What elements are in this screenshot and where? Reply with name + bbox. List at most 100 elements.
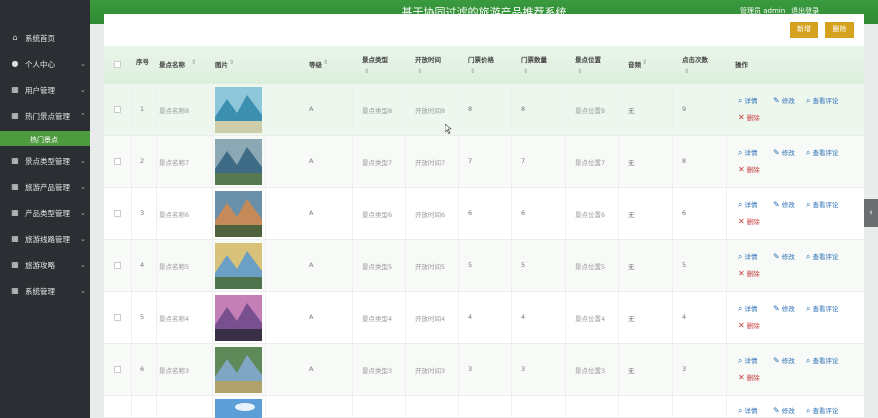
column-divider — [212, 240, 213, 292]
spot-thumbnail — [215, 399, 262, 418]
edit-link[interactable]: ✎ 修改 — [773, 303, 795, 313]
row-delete-link[interactable]: ✕ 删除 — [738, 112, 760, 122]
cell-level: A — [309, 261, 314, 269]
pencil-icon: ✎ — [773, 406, 780, 415]
column-divider — [672, 84, 673, 136]
cell-audio: 无 — [628, 107, 635, 115]
sidebar-item-hot-spots[interactable]: ▦ 热门景点管理 ⌃ — [0, 103, 90, 129]
col-no[interactable]: 序号 — [136, 46, 156, 84]
delete-button[interactable]: 删除 — [825, 22, 854, 38]
row-checkbox[interactable] — [114, 210, 121, 217]
cell-audio: 无 — [628, 211, 635, 219]
search-icon: ⌕ — [806, 148, 811, 157]
cell-type: 景点类型6 — [362, 211, 393, 219]
column-divider — [565, 188, 566, 240]
column-divider — [511, 136, 512, 188]
comments-link[interactable]: ⌕ 查看评论 — [806, 355, 838, 366]
close-icon: ✕ — [738, 269, 745, 278]
pencil-icon: ✎ — [773, 96, 780, 105]
detail-link[interactable]: ⌕ 详情 — [738, 251, 757, 262]
column-divider — [726, 188, 727, 240]
detail-link[interactable]: ⌕ 详情 — [738, 199, 757, 210]
edit-link[interactable]: ✎ 修改 — [773, 251, 795, 261]
column-divider — [405, 84, 406, 136]
table-row: 1 景点名称8 A 景点类型8 开放时间8 8 8 景点位置8 无 9 ⌕ 详情 ✎ 修改 ⌕ 查看评论 ✕ 删除 — [104, 84, 864, 136]
column-divider — [672, 188, 673, 240]
pencil-icon: ✎ — [773, 148, 780, 157]
column-divider — [405, 292, 406, 344]
column-divider — [672, 344, 673, 396]
column-divider — [405, 188, 406, 240]
cell-name: 景点名称5 — [159, 263, 190, 271]
sidebar-item-system[interactable]: ▦ 系统管理 ⌄ — [0, 278, 90, 304]
row-checkbox[interactable] — [114, 366, 121, 373]
cell-level: A — [309, 209, 314, 217]
spot-thumbnail — [215, 295, 262, 341]
side-toggle-button[interactable]: ‹ — [864, 199, 878, 227]
cell-no: 1 — [140, 105, 145, 113]
chevron-down-icon: ⌄ — [80, 86, 86, 94]
cell-time: 开放时间5 — [415, 263, 446, 271]
edit-link[interactable]: ✎ 修改 — [773, 95, 795, 105]
comments-link[interactable]: ⌕ 查看评论 — [806, 405, 838, 416]
row-checkbox[interactable] — [114, 262, 121, 269]
detail-link[interactable]: ⌕ 详情 — [738, 303, 757, 314]
sidebar-subitem-hot-spots[interactable]: 热门景点 — [0, 131, 90, 146]
column-divider — [618, 240, 619, 292]
column-divider — [565, 344, 566, 396]
column-divider — [131, 344, 132, 396]
search-icon: ⌕ — [738, 406, 743, 415]
sidebar-item-profile[interactable]: ● 个人中心 ⌄ — [0, 51, 90, 77]
comments-link[interactable]: ⌕ 查看评论 — [806, 95, 838, 106]
row-delete-link[interactable]: ✕ 删除 — [738, 164, 760, 174]
table-row: 2 景点名称7 A 景点类型7 开放时间7 7 7 景点位置7 无 8 ⌕ 详情 ✎ 修改 ⌕ 查看评论 ✕ 删除 — [104, 136, 864, 188]
sidebar-item-guides[interactable]: ▦ 旅游攻略 ⌄ — [0, 252, 90, 278]
column-divider — [212, 188, 213, 240]
cell-time: 开放时间6 — [415, 211, 446, 219]
column-divider — [131, 136, 132, 188]
column-divider — [352, 344, 353, 396]
column-divider — [618, 188, 619, 240]
cell-audio: 无 — [628, 263, 635, 271]
column-divider — [511, 396, 512, 418]
row-delete-link[interactable]: ✕ 删除 — [738, 320, 760, 330]
column-divider — [405, 240, 406, 292]
sidebar-item-product-types[interactable]: ▦ 产品类型管理 ⌄ — [0, 200, 90, 226]
detail-link[interactable]: ⌕ 详情 — [738, 95, 757, 106]
comments-link[interactable]: ⌕ 查看评论 — [806, 199, 838, 210]
cell-qty: 5 — [521, 261, 526, 269]
row-delete-link[interactable]: ✕ 删除 — [738, 216, 760, 226]
add-button[interactable]: 新增 — [790, 22, 818, 38]
edit-link[interactable]: ✎ 修改 — [773, 147, 795, 157]
sidebar-item-routes[interactable]: ▦ 旅游线路管理 ⌄ — [0, 226, 90, 252]
edit-link[interactable]: ✎ 修改 — [773, 405, 795, 415]
sidebar-item-products[interactable]: ▦ 旅游产品管理 ⌄ — [0, 174, 90, 200]
search-icon: ⌕ — [806, 356, 811, 365]
row-checkbox[interactable] — [114, 106, 121, 113]
spot-thumbnail — [215, 347, 262, 393]
sidebar-item-users[interactable]: ▦ 用户管理 ⌄ — [0, 77, 90, 103]
detail-link[interactable]: ⌕ 详情 — [738, 147, 757, 158]
sidebar-item-spot-types[interactable]: ▦ 景点类型管理 ⌄ — [0, 148, 90, 174]
comments-link[interactable]: ⌕ 查看评论 — [806, 147, 838, 158]
row-checkbox[interactable] — [114, 314, 121, 321]
cell-time: 开放时间8 — [415, 107, 446, 115]
detail-link[interactable]: ⌕ 详情 — [738, 405, 757, 416]
edit-link[interactable]: ✎ 修改 — [773, 355, 795, 365]
column-divider — [212, 136, 213, 188]
cell-loc: 景点位置6 — [575, 211, 606, 219]
column-divider — [156, 396, 157, 418]
column-divider — [565, 396, 566, 418]
row-delete-link[interactable]: ✕ 删除 — [738, 268, 760, 278]
row-delete-link[interactable]: ✕ 删除 — [738, 372, 760, 382]
detail-link[interactable]: ⌕ 详情 — [738, 355, 757, 366]
column-divider — [156, 292, 157, 344]
column-divider — [511, 344, 512, 396]
comments-link[interactable]: ⌕ 查看评论 — [806, 251, 838, 262]
sidebar-item-home[interactable]: ⌂ 系统首页 — [0, 25, 90, 51]
column-divider — [405, 344, 406, 396]
comments-link[interactable]: ⌕ 查看评论 — [806, 303, 838, 314]
column-divider — [726, 84, 727, 136]
edit-link[interactable]: ✎ 修改 — [773, 199, 795, 209]
row-checkbox[interactable] — [114, 158, 121, 165]
